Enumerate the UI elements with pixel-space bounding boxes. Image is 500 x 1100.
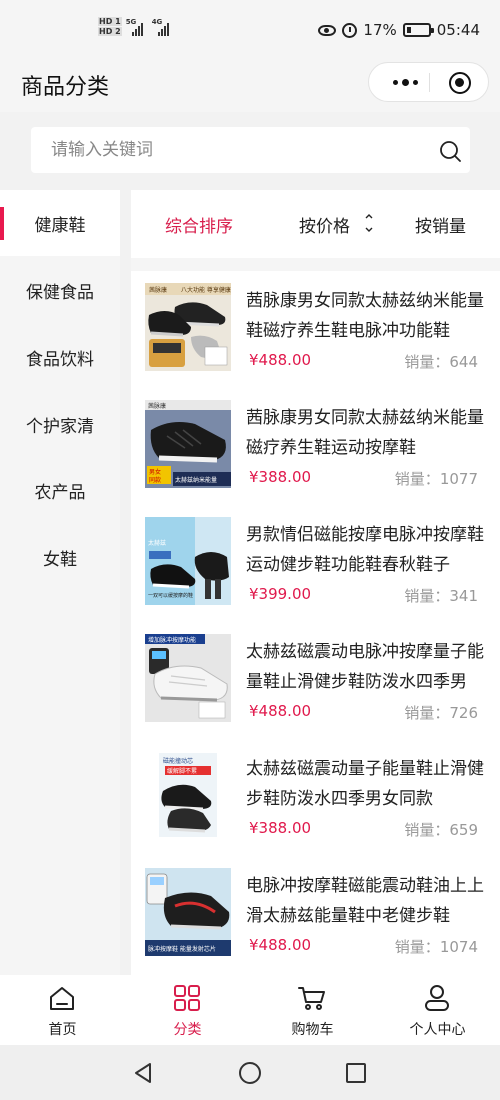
product-image: 脉冲按摩鞋 能量发射芯片 bbox=[145, 868, 231, 956]
sort-by-sales[interactable]: 按销量 bbox=[415, 212, 466, 237]
product-price: ¥488.00 bbox=[249, 351, 312, 369]
sidebar-item-health-shoes[interactable]: 健康鞋 bbox=[0, 190, 120, 256]
divider-strip bbox=[131, 258, 500, 271]
close-miniprogram-icon[interactable] bbox=[449, 72, 471, 94]
battery-percent: 17% bbox=[363, 21, 397, 39]
svg-text:增加脉冲按摩功能: 增加脉冲按摩功能 bbox=[148, 636, 196, 644]
svg-text:男女: 男女 bbox=[149, 468, 161, 476]
sort-by-price[interactable]: 按价格 bbox=[299, 212, 350, 237]
search-icon[interactable] bbox=[439, 140, 461, 162]
signal-5g-icon: 5G bbox=[126, 18, 148, 36]
product-item[interactable]: 太赫兹 一双可以缓按摩的鞋 男款情侣磁能按摩电脉冲按摩鞋运动健步鞋功能鞋春秋鞋子… bbox=[131, 507, 500, 624]
profile-icon bbox=[425, 985, 449, 1011]
product-sales: 销量：644 bbox=[404, 353, 478, 371]
product-image: 太赫兹 一双可以缓按摩的鞋 bbox=[145, 517, 231, 605]
sidebar-item-health-food[interactable]: 保健食品 bbox=[0, 257, 120, 323]
svg-text:茜脉康: 茜脉康 bbox=[149, 286, 167, 294]
product-sales: 销量：1074 bbox=[394, 938, 478, 956]
page-title: 商品分类 bbox=[21, 75, 110, 100]
product-sales: 销量：726 bbox=[404, 704, 478, 722]
product-item[interactable]: 脉冲按摩鞋 能量发射芯片 电脉冲按摩鞋磁能震动鞋油上上滑太赫兹能量鞋中老健步鞋 … bbox=[131, 858, 500, 975]
system-nav-bar bbox=[0, 1045, 500, 1100]
cart-icon bbox=[298, 987, 325, 1010]
search-box[interactable] bbox=[31, 127, 470, 173]
category-icon bbox=[174, 985, 200, 1011]
search-input[interactable] bbox=[51, 127, 421, 173]
svg-text:太赫兹: 太赫兹 bbox=[148, 539, 166, 547]
product-item[interactable]: 增加脉冲按摩功能 太赫兹磁震动电脉冲按摩量子能量鞋止滑健步鞋防泼水四季男 ¥48… bbox=[131, 624, 500, 741]
tab-cart-label: 购物车 bbox=[291, 1022, 334, 1038]
svg-text:同款: 同款 bbox=[149, 476, 161, 484]
tab-home-label: 首页 bbox=[48, 1022, 77, 1038]
product-price: ¥388.00 bbox=[249, 819, 312, 837]
product-item[interactable]: 茜脉康 男女 同款 太赫兹纳米能量 茜脉康男女同款太赫兹纳米能量磁疗养生鞋运动按… bbox=[131, 390, 500, 507]
product-price: ¥399.00 bbox=[249, 585, 312, 603]
sidebar-item-farm-products[interactable]: 农产品 bbox=[0, 457, 120, 523]
bottom-tab-bar: 首页 分类 购物车 个人中心 bbox=[0, 975, 500, 1045]
product-sales: 销量：1077 bbox=[394, 470, 478, 488]
hd2-badge: HD 2 bbox=[98, 27, 122, 36]
product-image: 茜脉康 八大功能 尊享健康 bbox=[145, 283, 231, 371]
alarm-icon bbox=[342, 22, 358, 38]
product-price: ¥488.00 bbox=[249, 702, 312, 720]
title-bar: 商品分类 bbox=[0, 60, 500, 112]
battery-icon bbox=[402, 23, 434, 37]
product-item[interactable]: 茜脉康 八大功能 尊享健康 茜脉康男女同款太赫兹纳米能量鞋磁疗养生鞋电脉冲功能鞋… bbox=[131, 273, 500, 390]
product-image: 磁能撞动芯 缓解脚不累 bbox=[145, 751, 231, 839]
price-sort-arrows-icon[interactable] bbox=[364, 212, 374, 234]
tab-cart[interactable]: 购物车 bbox=[250, 975, 375, 1045]
sort-bar: 综合排序 按价格 按销量 bbox=[131, 190, 500, 258]
search-area bbox=[0, 112, 500, 190]
sort-comprehensive[interactable]: 综合排序 bbox=[165, 212, 233, 237]
sidebar-item-womens-shoes[interactable]: 女鞋 bbox=[0, 524, 120, 590]
network-indicators: HD 1 HD 2 5G 4G bbox=[98, 17, 174, 36]
product-sales: 销量：341 bbox=[404, 587, 478, 605]
back-icon[interactable] bbox=[132, 1061, 154, 1085]
home-icon bbox=[50, 987, 74, 1010]
category-sidebar: 健康鞋 保健食品 食品饮料 个护家清 农产品 女鞋 bbox=[0, 190, 120, 975]
miniprogram-capsule bbox=[368, 62, 489, 102]
product-sales: 销量：659 bbox=[404, 821, 478, 839]
svg-text:八大功能 尊享健康: 八大功能 尊享健康 bbox=[181, 286, 231, 294]
product-name: 电脉冲按摩鞋磁能震动鞋油上上滑太赫兹能量鞋中老健步鞋 bbox=[246, 876, 484, 926]
hd1-badge: HD 1 bbox=[98, 17, 122, 26]
tab-profile[interactable]: 个人中心 bbox=[375, 975, 500, 1045]
product-name: 太赫兹磁震动电脉冲按摩量子能量鞋止滑健步鞋防泼水四季男 bbox=[246, 642, 484, 692]
svg-text:脉冲按摩鞋 能量发射芯片: 脉冲按摩鞋 能量发射芯片 bbox=[148, 945, 216, 953]
tab-category[interactable]: 分类 bbox=[125, 975, 250, 1045]
product-price: ¥388.00 bbox=[249, 468, 312, 486]
svg-text:缓解脚不累: 缓解脚不累 bbox=[167, 767, 197, 775]
product-name: 茜脉康男女同款太赫兹纳米能量鞋磁疗养生鞋电脉冲功能鞋 bbox=[246, 291, 484, 341]
product-image: 增加脉冲按摩功能 bbox=[145, 634, 231, 722]
svg-text:茜脉康: 茜脉康 bbox=[148, 402, 166, 410]
svg-text:磁能撞动芯: 磁能撞动芯 bbox=[163, 757, 193, 765]
home-button-icon[interactable] bbox=[238, 1061, 262, 1085]
eye-icon bbox=[318, 24, 337, 36]
more-menu-icon[interactable] bbox=[383, 63, 427, 101]
svg-text:一双可以缓按摩的鞋: 一双可以缓按摩的鞋 bbox=[148, 592, 193, 599]
product-name: 茜脉康男女同款太赫兹纳米能量磁疗养生鞋运动按摩鞋 bbox=[246, 408, 484, 458]
sidebar-item-personal-care[interactable]: 个护家清 bbox=[0, 391, 120, 457]
product-name: 男款情侣磁能按摩电脉冲按摩鞋运动健步鞋功能鞋春秋鞋子 bbox=[246, 525, 484, 575]
product-name: 太赫兹磁震动量子能量鞋止滑健步鞋防泼水四季男女同款 bbox=[246, 759, 484, 809]
product-price: ¥488.00 bbox=[249, 936, 312, 954]
capsule-divider bbox=[429, 73, 430, 92]
svg-text:太赫兹纳米能量: 太赫兹纳米能量 bbox=[175, 476, 217, 484]
clock: 05:44 bbox=[436, 21, 480, 39]
recents-icon[interactable] bbox=[345, 1061, 367, 1085]
product-image: 茜脉康 男女 同款 太赫兹纳米能量 bbox=[145, 400, 231, 488]
status-bar: HD 1 HD 2 5G 4G 17% 05:44 bbox=[0, 0, 500, 60]
tab-home[interactable]: 首页 bbox=[0, 975, 125, 1045]
tab-profile-label: 个人中心 bbox=[409, 1022, 466, 1038]
sidebar-item-food-drink[interactable]: 食品饮料 bbox=[0, 324, 120, 390]
tab-category-label: 分类 bbox=[173, 1022, 202, 1038]
product-item[interactable]: 磁能撞动芯 缓解脚不累 太赫兹磁震动量子能量鞋止滑健步鞋防泼水四季男女同款 ¥3… bbox=[131, 741, 500, 858]
signal-4g-icon: 4G bbox=[152, 18, 174, 36]
